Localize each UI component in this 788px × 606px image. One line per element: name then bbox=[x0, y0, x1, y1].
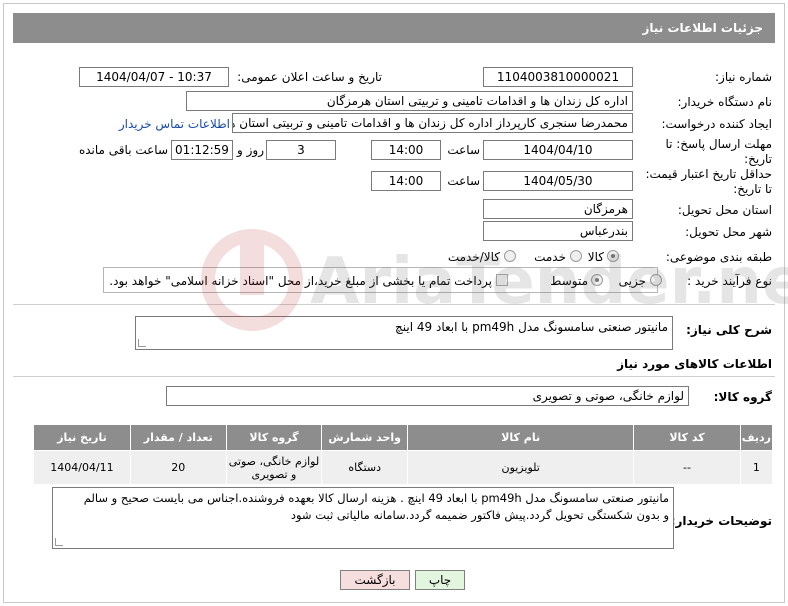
category-goods-service-label: کالا/خدمت bbox=[447, 250, 500, 264]
announce-label: تاریخ و ساعت اعلان عمومی: bbox=[237, 70, 382, 84]
treasury-payment-checkbox[interactable] bbox=[496, 274, 508, 286]
divider bbox=[13, 304, 775, 305]
price-date-field[interactable]: 1404/05/30 bbox=[483, 171, 633, 191]
col-header-code: کد کالا bbox=[633, 424, 741, 451]
cell-qty: 20 bbox=[129, 450, 227, 485]
reply-date-field[interactable]: 1404/04/10 bbox=[483, 140, 633, 160]
process-medium-label: متوسط bbox=[550, 274, 588, 288]
delivery-province-field[interactable]: هرمزگان bbox=[483, 199, 633, 219]
requester-field[interactable]: محمدرضا سنجری کارپرداز اداره کل زندان ها… bbox=[232, 113, 633, 133]
category-goods-radio[interactable] bbox=[607, 250, 619, 262]
process-medium-radio[interactable] bbox=[591, 274, 603, 286]
goods-group-label: گروه کالا: bbox=[713, 390, 772, 404]
category-goods-service-radio[interactable] bbox=[504, 250, 516, 262]
page-title: جزئیات اطلاعات نیاز bbox=[13, 13, 775, 43]
description-field[interactable]: مانیتور صنعتی سامسونگ مدل pm49h با ابعاد… bbox=[135, 316, 673, 350]
requester-label: ایجاد کننده درخواست: bbox=[661, 117, 772, 131]
reply-time-field[interactable]: 14:00 bbox=[371, 140, 441, 160]
goods-group-field[interactable]: لوازم خانگی، صوتی و تصویری bbox=[166, 386, 689, 406]
announce-field[interactable]: 1404/04/07 - 10:37 bbox=[79, 67, 229, 87]
buyer-org-label: نام دستگاه خریدار: bbox=[677, 95, 773, 109]
process-partial-label: جزیی bbox=[618, 274, 646, 288]
resize-grip-icon[interactable] bbox=[138, 339, 146, 347]
category-label: طبقه بندی موضوعی: bbox=[665, 250, 772, 264]
col-header-unit: واحد شمارش bbox=[321, 424, 409, 451]
cell-row: 1 bbox=[739, 450, 774, 485]
buyer-org-field[interactable]: اداره کل زندان ها و اقدامات تامینی و ترب… bbox=[186, 91, 633, 111]
col-header-group: گروه کالا bbox=[225, 424, 323, 451]
buyer-notes-line1: مانیتور صنعتی سامسونگ مدل pm49h با ابعاد… bbox=[83, 491, 669, 505]
days-label: روز و bbox=[237, 143, 264, 157]
need-number-field[interactable]: 1104003810000021 bbox=[483, 67, 633, 87]
reply-time-label: ساعت bbox=[447, 143, 480, 157]
buyer-notes-field[interactable]: مانیتور صنعتی سامسونگ مدل pm49h با ابعاد… bbox=[52, 487, 674, 549]
cell-code: -- bbox=[633, 450, 741, 485]
need-number-label: شماره نیاز: bbox=[715, 70, 772, 84]
back-button[interactable]: بازگشت bbox=[340, 570, 410, 590]
cell-unit: دستگاه bbox=[321, 450, 409, 485]
process-partial-radio[interactable] bbox=[650, 274, 662, 286]
resize-grip-icon[interactable] bbox=[55, 538, 63, 546]
divider bbox=[13, 376, 775, 377]
description-label: شرح کلی نیاز: bbox=[686, 323, 772, 337]
process-label: نوع فرآیند خرید : bbox=[687, 274, 772, 288]
contact-info-link[interactable]: اطلاعات تماس خریدار bbox=[96, 117, 230, 131]
goods-table: ردیف کد کالا نام کالا واحد شمارش گروه کا… bbox=[33, 424, 774, 485]
col-header-name: نام کالا bbox=[407, 424, 635, 451]
price-validity-label: حداقل تاریخ اعتبار قیمت: تا تاریخ: bbox=[645, 167, 772, 196]
buyer-notes-label: توضیحات خریدار: bbox=[670, 514, 772, 528]
table-row: 1 -- تلویزیون دستگاه لوازم خانگی، صوتی و… bbox=[33, 450, 774, 485]
cell-group: لوازم خانگی، صوتی و تصویری bbox=[225, 450, 323, 485]
days-field[interactable]: 3 bbox=[266, 140, 336, 160]
cell-date: 1404/04/11 bbox=[33, 450, 131, 485]
col-header-date: تاریخ نیاز bbox=[33, 424, 131, 451]
col-header-qty: تعداد / مقدار bbox=[129, 424, 227, 451]
category-goods-label: کالا bbox=[587, 250, 604, 264]
delivery-city-field[interactable]: بندرعباس bbox=[483, 221, 633, 241]
delivery-province-label: استان محل تحویل: bbox=[677, 203, 772, 217]
price-time-label: ساعت bbox=[447, 174, 480, 188]
remaining-label: ساعت باقی مانده bbox=[78, 143, 168, 157]
goods-section-title: اطلاعات کالاهای مورد نیاز bbox=[617, 357, 772, 371]
delivery-city-label: شهر محل تحویل: bbox=[685, 225, 772, 239]
cell-name: تلویزیون bbox=[407, 450, 635, 485]
print-button[interactable]: چاپ bbox=[415, 570, 465, 590]
category-service-radio[interactable] bbox=[570, 250, 582, 262]
payment-note: پرداخت تمام یا بخشی از مبلغ خرید،از محل … bbox=[109, 274, 492, 288]
buyer-notes-line2: و بدون شکستگی تحویل گردد.پیش فاکتور ضمیم… bbox=[290, 508, 669, 522]
reply-deadline-label: مهلت ارسال پاسخ: تا تاریخ: bbox=[665, 137, 772, 166]
category-service-label: خدمت bbox=[534, 250, 566, 264]
col-header-row: ردیف bbox=[739, 424, 774, 451]
price-time-field[interactable]: 14:00 bbox=[371, 171, 441, 191]
remaining-time-field[interactable]: 01:12:59 bbox=[171, 140, 233, 160]
